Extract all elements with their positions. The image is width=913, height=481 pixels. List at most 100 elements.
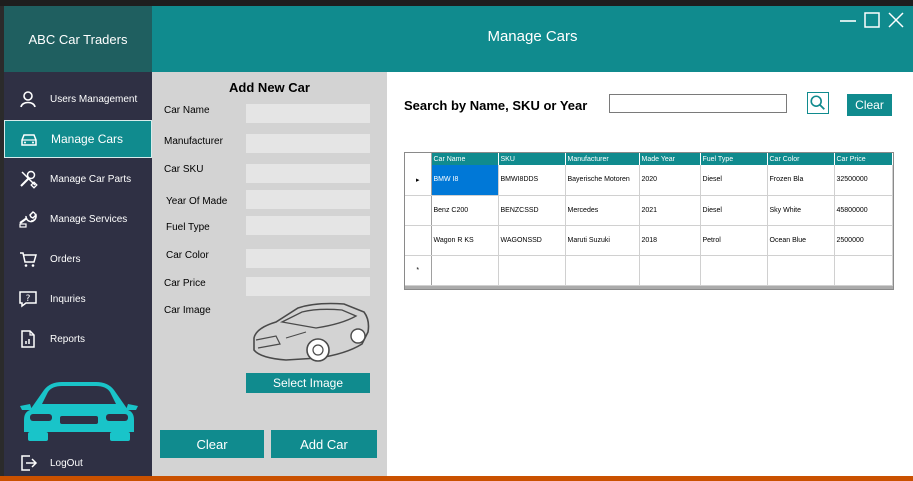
- table-cell[interactable]: 32500000: [834, 165, 893, 196]
- search-icon[interactable]: [807, 92, 829, 114]
- car-sku-input[interactable]: [246, 164, 370, 183]
- table-cell[interactable]: [767, 255, 835, 286]
- sidebar-item-label: Manage Services: [50, 213, 128, 225]
- table-cell[interactable]: Wagon R KS: [431, 225, 499, 256]
- car-image-label: Car Image: [164, 305, 211, 316]
- sidebar-item-orders[interactable]: Orders: [4, 240, 152, 278]
- table-row[interactable]: ▸ BMW I8 BMWI8DDS Bayerische Motoren 202…: [405, 165, 893, 196]
- column-header[interactable]: Made Year: [639, 153, 701, 165]
- logout-label: LogOut: [50, 457, 83, 469]
- table-cell[interactable]: [834, 255, 893, 286]
- car-sku-label: Car SKU: [164, 164, 204, 175]
- car-price-input[interactable]: [246, 277, 370, 296]
- table-cell[interactable]: Diesel: [700, 195, 768, 226]
- search-label: Search by Name, SKU or Year: [404, 98, 588, 113]
- table-cell[interactable]: 2500000: [834, 225, 893, 256]
- table-cell[interactable]: 2021: [639, 195, 701, 226]
- form-clear-button[interactable]: Clear: [160, 430, 264, 458]
- sidebar-item-label: Orders: [50, 253, 81, 265]
- select-image-button[interactable]: Select Image: [246, 373, 370, 393]
- table-cell[interactable]: BMWI8DDS: [498, 165, 566, 196]
- report-icon: [18, 329, 38, 349]
- sidebar-item-users-management[interactable]: Users Management: [4, 80, 152, 118]
- year-of-made-input[interactable]: [246, 190, 370, 209]
- table-cell[interactable]: [700, 255, 768, 286]
- brand-logo-text: ABC Car Traders: [4, 6, 152, 72]
- table-cell[interactable]: 2020: [639, 165, 701, 196]
- table-new-row[interactable]: *: [405, 255, 893, 286]
- car-name-input[interactable]: [246, 104, 370, 123]
- logout-button[interactable]: LogOut: [4, 444, 152, 476]
- sidebar-item-label: Users Management: [50, 93, 138, 105]
- sidebar-item-reports[interactable]: Reports: [4, 320, 152, 358]
- maximize-icon[interactable]: [862, 10, 882, 30]
- table-cell[interactable]: Bayerische Motoren: [565, 165, 640, 196]
- table-cell[interactable]: Ocean Blue: [767, 225, 835, 256]
- car-image-placeholder-icon: [246, 298, 372, 368]
- column-header[interactable]: Fuel Type: [700, 153, 768, 165]
- add-car-button[interactable]: Add Car: [271, 430, 377, 458]
- column-header[interactable]: Manufacturer: [565, 153, 640, 165]
- table-cell[interactable]: 2018: [639, 225, 701, 256]
- manufacturer-input[interactable]: [246, 134, 370, 153]
- table-cell[interactable]: [639, 255, 701, 286]
- table-cell[interactable]: Benz C200: [431, 195, 499, 226]
- table-cell[interactable]: WAGONSSD: [498, 225, 566, 256]
- sidebar-item-inquries[interactable]: ? Inquries: [4, 280, 152, 318]
- sidebar-item-manage-car-parts[interactable]: Manage Car Parts: [4, 160, 152, 198]
- table-cell[interactable]: BENZCSSD: [498, 195, 566, 226]
- table-row[interactable]: Benz C200 BENZCSSD Mercedes 2021 Diesel …: [405, 195, 893, 226]
- column-header[interactable]: Car Color: [767, 153, 835, 165]
- cart-icon: [18, 249, 38, 269]
- table-cell[interactable]: Mercedes: [565, 195, 640, 226]
- sidebar: Users Management Manage Cars Manage Car …: [4, 72, 152, 476]
- table-cell[interactable]: 45800000: [834, 195, 893, 226]
- column-header[interactable]: SKU: [498, 153, 566, 165]
- row-header-corner: [405, 153, 432, 165]
- cars-data-grid[interactable]: Car Name SKU Manufacturer Made Year Fuel…: [404, 152, 894, 290]
- current-row-marker[interactable]: ▸: [405, 165, 432, 196]
- row-header[interactable]: [405, 195, 432, 226]
- car-price-label: Car Price: [164, 278, 206, 289]
- table-row[interactable]: Wagon R KS WAGONSSD Maruti Suzuki 2018 P…: [405, 225, 893, 256]
- wrench-icon: [18, 209, 38, 229]
- search-clear-button[interactable]: Clear: [847, 94, 892, 116]
- new-row-marker[interactable]: *: [405, 255, 432, 286]
- sidebar-item-manage-services[interactable]: Manage Services: [4, 200, 152, 238]
- table-cell[interactable]: Frozen Bla: [767, 165, 835, 196]
- table-cell[interactable]: [498, 255, 566, 286]
- sidebar-item-manage-cars[interactable]: Manage Cars: [4, 120, 152, 158]
- chat-icon: ?: [18, 289, 38, 309]
- table-cell[interactable]: [565, 255, 640, 286]
- sidebar-item-label: Inquries: [50, 293, 86, 305]
- fuel-type-label: Fuel Type: [166, 222, 210, 233]
- table-cell[interactable]: Diesel: [700, 165, 768, 196]
- table-cell[interactable]: Petrol: [700, 225, 768, 256]
- row-header[interactable]: [405, 225, 432, 256]
- svg-text:?: ?: [26, 294, 31, 304]
- fuel-type-input[interactable]: [246, 216, 370, 235]
- user-icon: [18, 89, 38, 109]
- search-input[interactable]: [609, 94, 787, 113]
- header-bar: Manage Cars: [152, 6, 913, 72]
- sidebar-item-label: Reports: [50, 333, 86, 345]
- car-name-label: Car Name: [164, 105, 210, 116]
- table-header-row: Car Name SKU Manufacturer Made Year Fuel…: [405, 153, 893, 165]
- column-header[interactable]: Car Name: [431, 153, 499, 165]
- page-title: Manage Cars: [487, 28, 578, 45]
- table-cell[interactable]: [431, 255, 499, 286]
- sidebar-item-label: Manage Cars: [51, 132, 124, 146]
- car-icon: [19, 129, 39, 149]
- table-cell[interactable]: Maruti Suzuki: [565, 225, 640, 256]
- year-of-made-label: Year Of Made: [166, 196, 228, 207]
- car-color-input[interactable]: [246, 249, 370, 268]
- car-color-label: Car Color: [166, 250, 209, 261]
- column-header[interactable]: Car Price: [834, 153, 893, 165]
- minimize-icon[interactable]: [838, 10, 858, 30]
- add-car-form: Add New Car Car Name Manufacturer Car SK…: [152, 72, 387, 476]
- close-icon[interactable]: [886, 10, 906, 30]
- car-logo-icon: [20, 372, 138, 442]
- table-cell[interactable]: BMW I8: [431, 165, 499, 196]
- app-window: ABC Car Traders Manage Cars Users Manage…: [4, 6, 913, 476]
- table-cell[interactable]: Sky White: [767, 195, 835, 226]
